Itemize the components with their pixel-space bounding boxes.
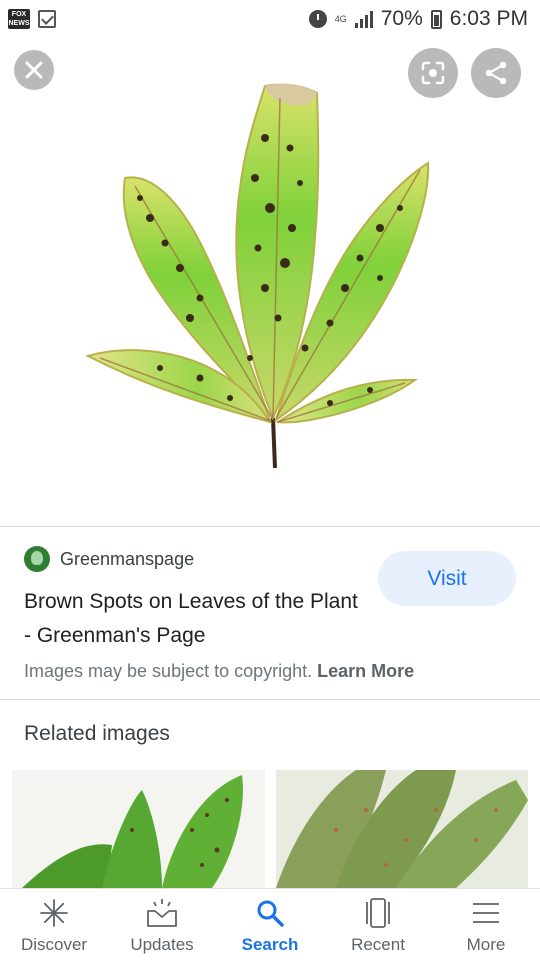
search-icon [254,897,286,929]
nav-label: Discover [20,935,88,954]
source-name: Greenmanspage [60,548,195,569]
nav-discover[interactable]: Discover [0,889,108,960]
result-title[interactable]: Brown Spots on Leaves of the Plant - Gre… [24,585,364,653]
divider [0,699,540,700]
nav-label: More [466,935,506,954]
close-icon [25,61,43,79]
source-row[interactable]: Greenmanspage [24,546,194,572]
alarm-icon [308,10,327,28]
share-button[interactable] [471,48,521,98]
status-right: 4G 70% 6:03 PM [308,7,528,31]
nav-more[interactable]: More [432,889,540,960]
status-left: FOX NEWS [8,9,56,29]
recent-cards-icon [362,897,394,929]
divider [0,526,540,527]
leaf-image[interactable] [80,78,440,468]
battery-percent: 70% [380,7,423,30]
menu-icon [470,897,502,929]
visit-button[interactable]: Visit [378,551,516,606]
related-image-2[interactable] [276,770,528,888]
inbox-icon [146,897,178,929]
copyright-notice: Images may be subject to copyright. Lear… [24,661,414,682]
copyright-text: Images may be subject to copyright. [24,661,313,681]
bottom-nav: Discover Updates Search Recent More [0,888,540,960]
related-leaf-image [276,770,528,888]
fox-news-icon: FOX NEWS [8,9,30,29]
nav-label: Search [241,935,299,954]
learn-more-link[interactable]: Learn More [317,661,414,681]
clock: 6:03 PM [449,7,528,30]
fox-text-top: FOX [11,11,27,18]
nav-label: Recent [351,935,405,954]
image-viewer [0,38,540,526]
checkbox-icon [38,10,56,28]
signal-icon [354,10,373,28]
status-bar: FOX NEWS 4G 70% 6:03 PM [0,0,540,38]
related-leaf-image [22,775,243,888]
share-icon [485,61,507,85]
related-heading: Related images [24,722,170,745]
related-image-1[interactable] [12,770,265,888]
nav-search[interactable]: Search [216,889,324,960]
nav-recent[interactable]: Recent [324,889,432,960]
nav-updates[interactable]: Updates [108,889,216,960]
source-logo-icon [24,546,50,572]
close-button[interactable] [14,50,54,90]
asterisk-icon [38,897,70,929]
network-type-icon: 4G [334,13,347,24]
battery-icon [430,9,442,29]
fox-text-bottom: NEWS [8,20,30,27]
nav-label: Updates [130,935,194,954]
